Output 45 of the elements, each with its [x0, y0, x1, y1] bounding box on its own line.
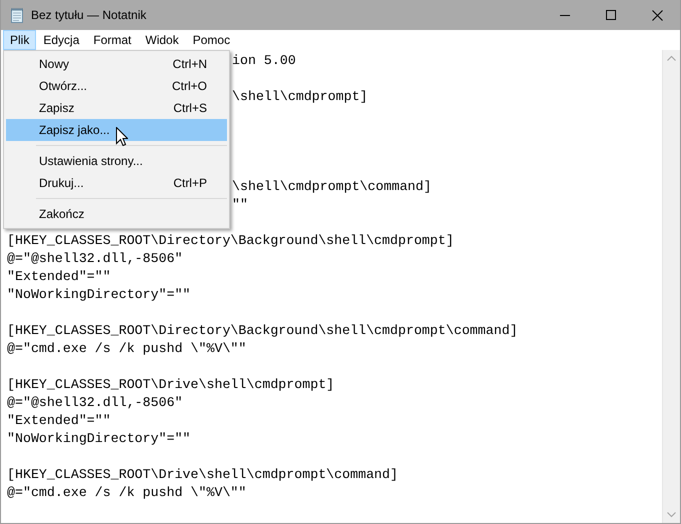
menu-item[interactable]: Pomoc: [186, 30, 238, 50]
code-line: \shell\cmdprompt\command]: [232, 179, 432, 194]
option-label: Nowy: [39, 57, 70, 71]
code-line: [HKEY_CLASSES_ROOT\Drive\shell\cmdprompt]: [7, 377, 334, 392]
menu-item[interactable]: Edycja: [36, 30, 86, 50]
window-title: Bez tytułu — Notatnik: [31, 8, 148, 22]
shortcut-text: Ctrl+P: [173, 176, 207, 190]
menu-option[interactable]: Otwórz... Ctrl+O: [6, 75, 227, 97]
cursor-icon: [116, 127, 128, 146]
code-line: @="cmd.exe /s /k pushd \"%V\"": [7, 485, 246, 500]
maximize-icon: [606, 10, 616, 20]
shortcut-text: Ctrl+O: [172, 79, 207, 93]
close-icon: [652, 10, 662, 20]
option-label: Zapisz jako...: [39, 123, 110, 137]
code-line: [HKEY_CLASSES_ROOT\Drive\shell\cmdprompt\command]: [7, 467, 398, 482]
option-label: Ustawienia strony...: [39, 154, 143, 168]
code-line: "": [232, 197, 248, 212]
menu-option[interactable]: Zapisz Ctrl+S: [6, 97, 227, 119]
scrollbar[interactable]: [662, 50, 680, 523]
menu-item[interactable]: Widok: [138, 30, 186, 50]
code-line: [HKEY_CLASSES_ROOT\Directory\Background\shell\cmdprompt\command]: [7, 323, 518, 338]
code-line: [HKEY_CLASSES_ROOT\Directory\Background\shell\cmdprompt]: [7, 233, 454, 248]
menu-option[interactable]: Nowy Ctrl+N: [6, 53, 227, 75]
menu-option[interactable]: Ustawienia strony...: [6, 150, 227, 172]
option-label: Zakończ: [39, 207, 84, 221]
menu-item[interactable]: Plik: [3, 30, 36, 50]
notepad-icon: [9, 7, 25, 23]
menu-option[interactable]: Zakończ: [6, 203, 227, 225]
code-line: "Extended"="": [7, 413, 111, 428]
code-line: @="cmd.exe /s /k pushd \"%V\"": [7, 341, 246, 356]
option-label: Otwórz...: [39, 79, 88, 93]
code-line: ion 5.00: [232, 53, 296, 68]
code-line: "Extended"="": [7, 269, 111, 284]
shortcut-text: Ctrl+S: [173, 101, 207, 115]
option-label: Drukuj...: [39, 176, 84, 190]
menu-option[interactable]: Drukuj... Ctrl+P: [6, 172, 227, 194]
code-line: @="@shell32.dll,-8506": [7, 395, 183, 410]
code-line: "NoWorkingDirectory"="": [7, 431, 191, 446]
code-line: \shell\cmdprompt]: [232, 89, 368, 104]
menu-option[interactable]: Zapisz jako...: [6, 119, 227, 141]
code-line: @="@shell32.dll,-8506": [7, 251, 183, 266]
option-label: Zapisz: [39, 101, 74, 115]
menu-item[interactable]: Format: [86, 30, 138, 50]
code-line: "NoWorkingDirectory"="": [7, 287, 191, 302]
shortcut-text: Ctrl+N: [172, 57, 207, 71]
